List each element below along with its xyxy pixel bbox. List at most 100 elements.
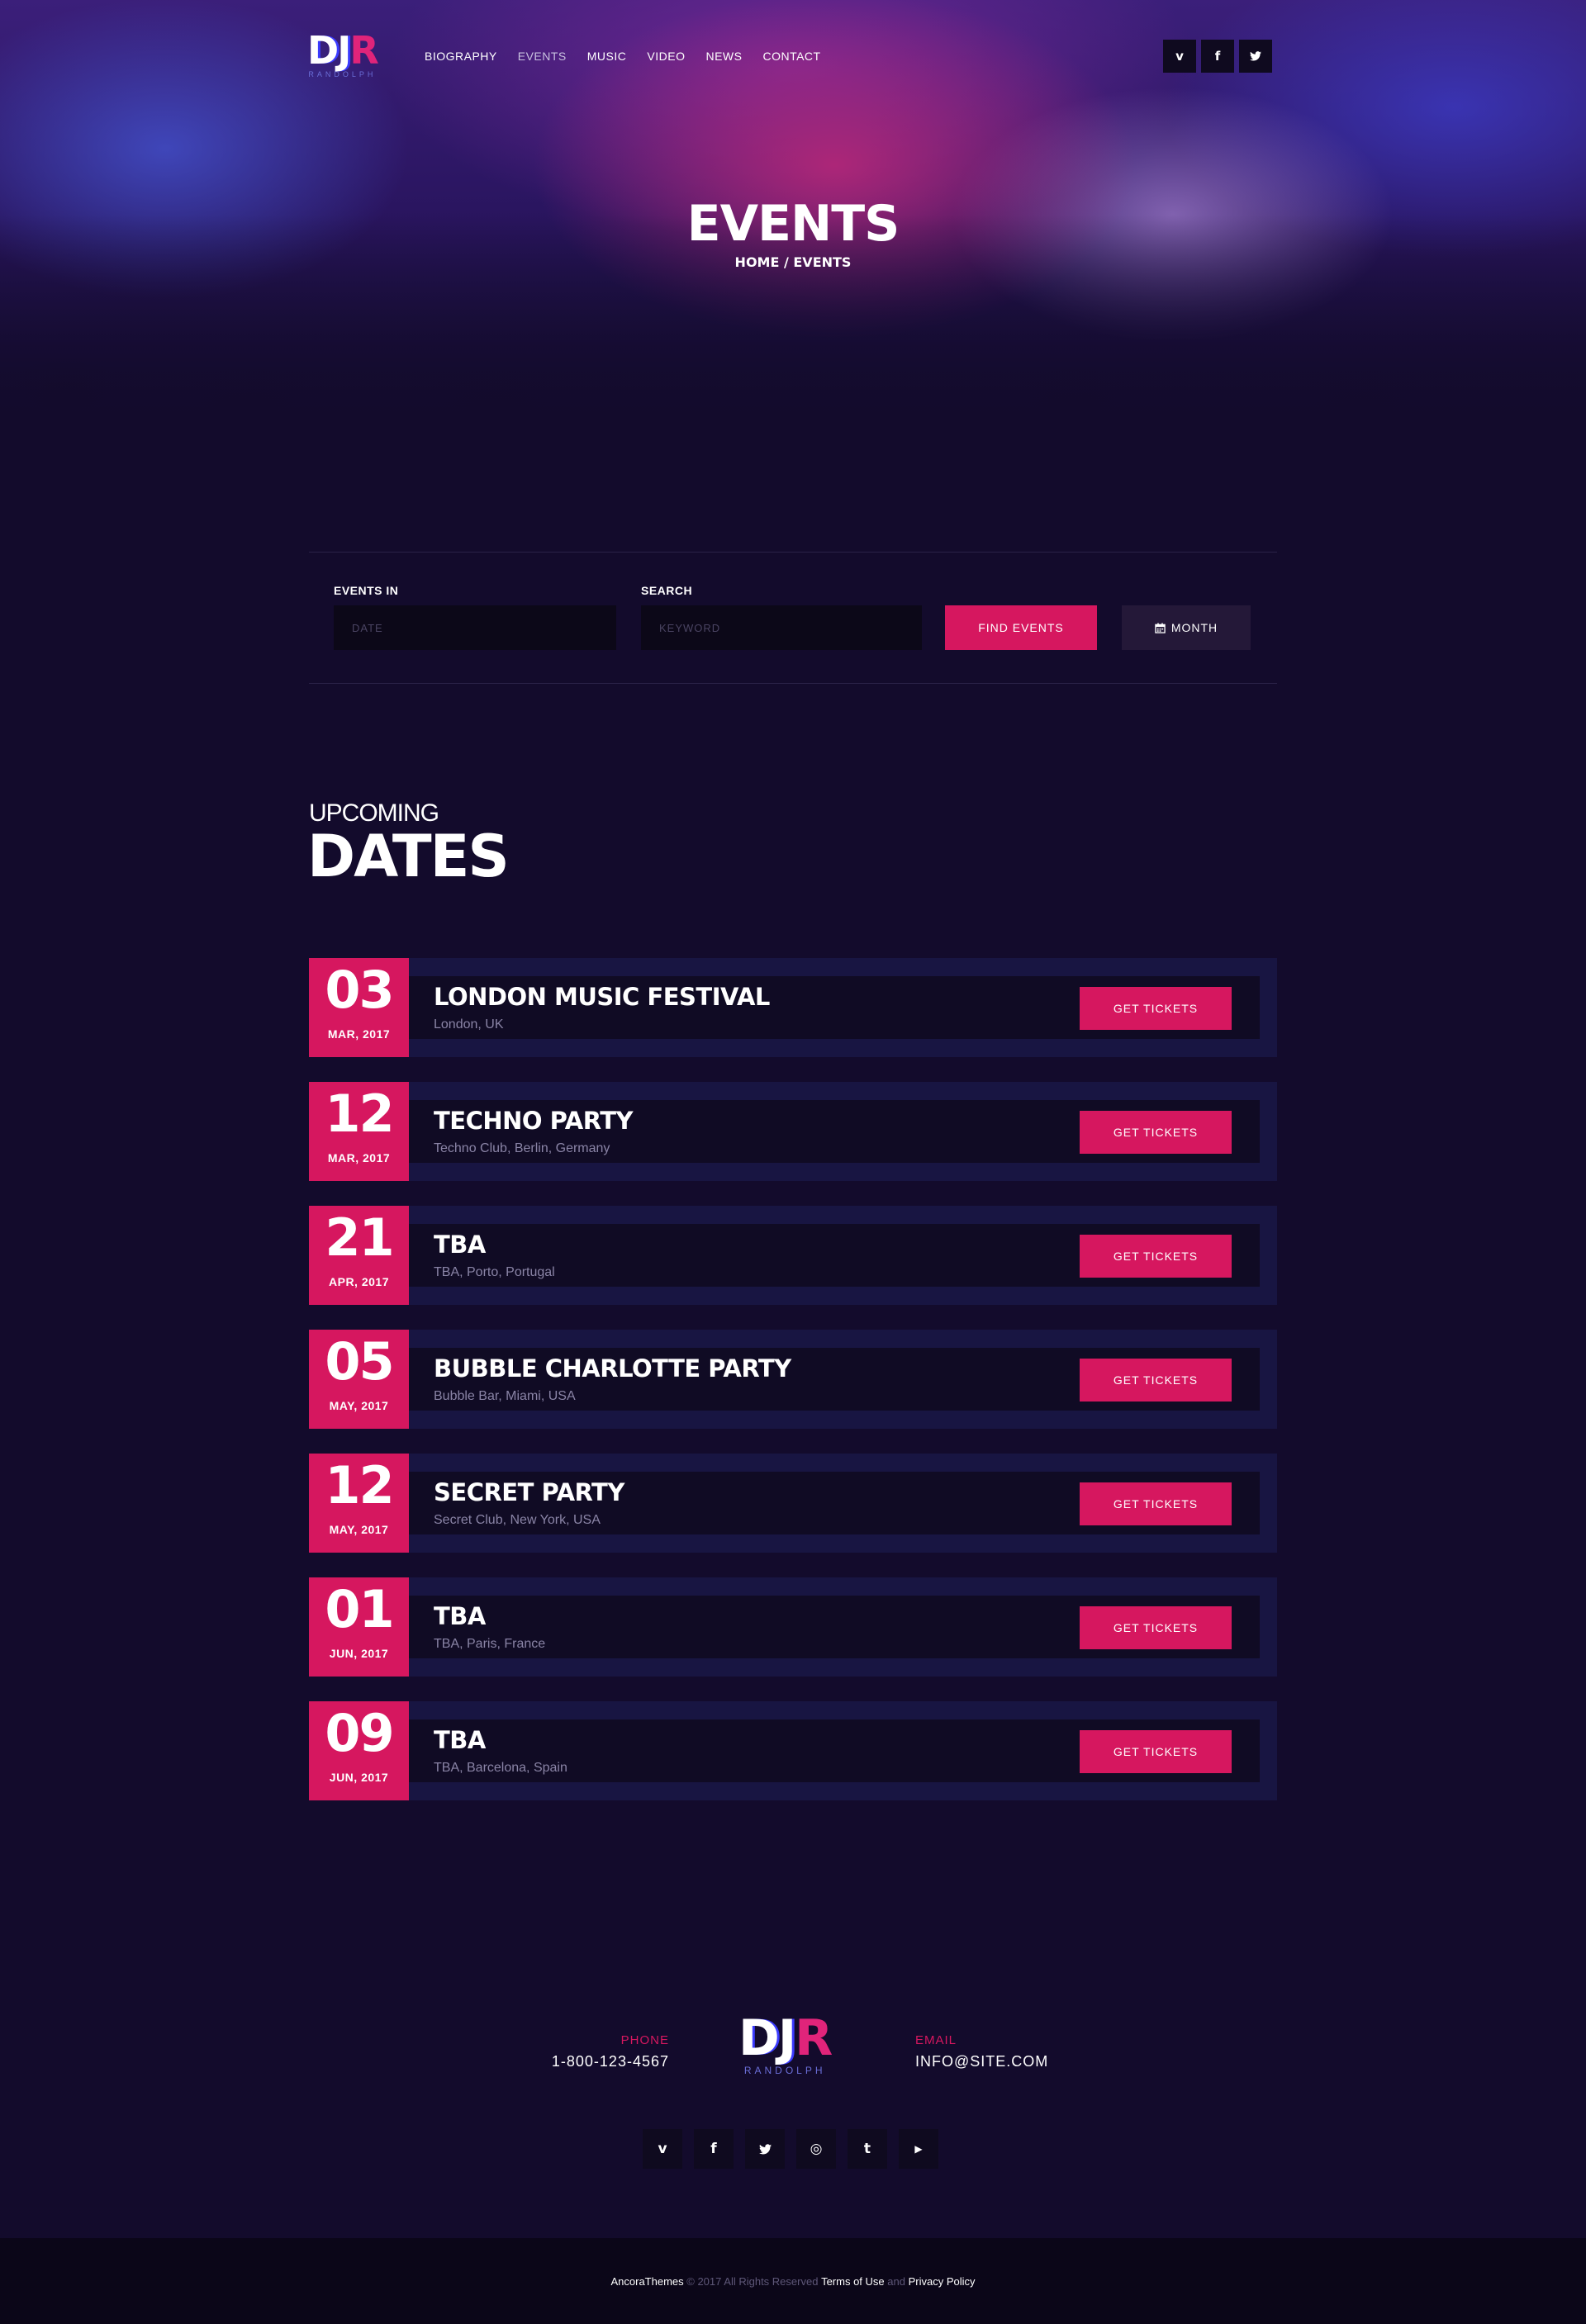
privacy-link[interactable]: Privacy Policy [909, 2275, 976, 2288]
footer-logo[interactable]: DJR RANDOLPH [738, 2009, 833, 2076]
event-details: LONDON MUSIC FESTIVAL London, UK GET TIC… [409, 976, 1260, 1039]
events-filter-bar: EVENTS IN SEARCH FIND EVENTS MONTH [309, 552, 1277, 684]
terms-link[interactable]: Terms of Use [821, 2275, 885, 2288]
tumblr-icon[interactable]: t [848, 2129, 887, 2169]
event-row: 09 JUN, 2017 TBA TBA, Barcelona, Spain G… [309, 1701, 1277, 1800]
event-day: 01 [325, 1579, 394, 1639]
event-month: JUN, 2017 [329, 1771, 389, 1784]
event-title[interactable]: TBA [434, 1726, 486, 1754]
event-month: APR, 2017 [329, 1275, 389, 1288]
event-location: TBA, Porto, Portugal [434, 1265, 555, 1279]
get-tickets-button[interactable]: GET TICKETS [1080, 987, 1232, 1030]
event-details: TBA TBA, Barcelona, Spain GET TICKETS [409, 1719, 1260, 1782]
event-details: TBA TBA, Paris, France GET TICKETS [409, 1596, 1260, 1658]
event-month: MAR, 2017 [327, 1151, 391, 1164]
main-nav: BIOGRAPHY EVENTS MUSIC VIDEO NEWS CONTAC… [425, 50, 842, 63]
event-row: 01 JUN, 2017 TBA TBA, Paris, France GET … [309, 1577, 1277, 1677]
event-location: Techno Club, Berlin, Germany [434, 1141, 610, 1155]
event-title[interactable]: LONDON MUSIC FESTIVAL [434, 983, 770, 1011]
nav-item-biography[interactable]: BIOGRAPHY [425, 50, 497, 63]
facebook-icon[interactable]: f [1201, 40, 1234, 73]
event-title[interactable]: TECHNO PARTY [434, 1107, 634, 1135]
event-month: MAY, 2017 [329, 1523, 389, 1536]
nav-item-video[interactable]: VIDEO [647, 50, 685, 63]
event-date: 12 MAR, 2017 [309, 1082, 409, 1181]
event-row: 21 APR, 2017 TBA TBA, Porto, Portugal GE… [309, 1206, 1277, 1305]
calendar-icon [1155, 622, 1166, 633]
facebook-icon[interactable]: f [694, 2129, 734, 2169]
nav-item-events[interactable]: EVENTS [518, 50, 567, 63]
event-day: 12 [325, 1084, 394, 1144]
event-location: TBA, Barcelona, Spain [434, 1761, 567, 1775]
event-location: Secret Club, New York, USA [434, 1513, 601, 1527]
event-title[interactable]: TBA [434, 1602, 486, 1630]
event-title[interactable]: TBA [434, 1231, 486, 1259]
event-details: BUBBLE CHARLOTTE PARTY Bubble Bar, Miami… [409, 1348, 1260, 1411]
nav-item-contact[interactable]: CONTACT [762, 50, 820, 63]
event-date: 09 JUN, 2017 [309, 1701, 409, 1800]
event-details: SECRET PARTY Secret Club, New York, USA … [409, 1472, 1260, 1534]
event-row: 03 MAR, 2017 LONDON MUSIC FESTIVAL Londo… [309, 958, 1277, 1057]
find-events-button[interactable]: FIND EVENTS [945, 605, 1097, 650]
logo-subtitle: RANDOLPH [308, 70, 377, 78]
month-view-button[interactable]: MONTH [1122, 605, 1251, 650]
section-title: DATES [307, 823, 510, 890]
event-day: 03 [325, 960, 394, 1020]
event-month: MAY, 2017 [329, 1399, 389, 1412]
nav-item-news[interactable]: NEWS [705, 50, 742, 63]
event-month: JUN, 2017 [329, 1647, 389, 1660]
breadcrumb[interactable]: HOME / EVENTS [0, 254, 1586, 270]
copyright-text: © 2017 All Rights Reserved [686, 2274, 819, 2288]
event-location: London, UK [434, 1017, 504, 1032]
keyword-input[interactable] [641, 605, 922, 650]
events-in-label: EVENTS IN [334, 584, 399, 597]
search-label: SEARCH [641, 584, 693, 597]
footer-email[interactable]: INFO@SITE.COM [915, 2053, 1048, 2070]
event-date: 01 JUN, 2017 [309, 1577, 409, 1677]
footer-email-label: EMAIL [915, 2033, 957, 2047]
twitter-icon[interactable] [745, 2129, 785, 2169]
copyright-and: and [887, 2274, 905, 2288]
instagram-icon[interactable]: ◎ [796, 2129, 836, 2169]
event-date: 05 MAY, 2017 [309, 1330, 409, 1429]
date-input[interactable] [334, 605, 616, 650]
copyright-bar: AncoraThemes © 2017 All Rights Reserved … [0, 2238, 1586, 2324]
footer-phone[interactable]: 1-800-123-4567 [552, 2053, 669, 2070]
header-logo[interactable]: DJR RANDOLPH [307, 28, 379, 78]
get-tickets-button[interactable]: GET TICKETS [1080, 1235, 1232, 1278]
vimeo-icon[interactable]: v [1163, 40, 1196, 73]
get-tickets-button[interactable]: GET TICKETS [1080, 1111, 1232, 1154]
get-tickets-button[interactable]: GET TICKETS [1080, 1730, 1232, 1773]
footer-phone-label: PHONE [620, 2033, 669, 2047]
twitter-icon[interactable] [1239, 40, 1272, 73]
event-day: 12 [325, 1455, 394, 1515]
event-row: 12 MAR, 2017 TECHNO PARTY Techno Club, B… [309, 1082, 1277, 1181]
event-day: 21 [325, 1207, 394, 1268]
youtube-icon[interactable]: ▶ [899, 2129, 938, 2169]
event-details: TBA TBA, Porto, Portugal GET TICKETS [409, 1224, 1260, 1287]
page-title: EVENTS [686, 195, 900, 253]
event-details: TECHNO PARTY Techno Club, Berlin, German… [409, 1100, 1260, 1163]
footer-social: v f ◎ t ▶ [643, 2129, 938, 2169]
event-location: Bubble Bar, Miami, USA [434, 1389, 576, 1403]
event-location: TBA, Paris, France [434, 1637, 546, 1651]
event-row: 12 MAY, 2017 SECRET PARTY Secret Club, N… [309, 1454, 1277, 1553]
event-row: 05 MAY, 2017 BUBBLE CHARLOTTE PARTY Bubb… [309, 1330, 1277, 1429]
logo-mark: DJR [738, 2009, 833, 2067]
event-date: 21 APR, 2017 [309, 1206, 409, 1305]
nav-item-music[interactable]: MUSIC [587, 50, 627, 63]
event-month: MAR, 2017 [327, 1027, 391, 1041]
event-title[interactable]: SECRET PARTY [434, 1478, 624, 1506]
event-day: 09 [325, 1703, 394, 1763]
event-date: 03 MAR, 2017 [309, 958, 409, 1057]
get-tickets-button[interactable]: GET TICKETS [1080, 1606, 1232, 1649]
event-title[interactable]: BUBBLE CHARLOTTE PARTY [434, 1354, 791, 1383]
event-date: 12 MAY, 2017 [309, 1454, 409, 1553]
logo-subtitle: RANDOLPH [743, 2065, 826, 2076]
get-tickets-button[interactable]: GET TICKETS [1080, 1482, 1232, 1525]
event-day: 05 [325, 1331, 394, 1392]
get-tickets-button[interactable]: GET TICKETS [1080, 1359, 1232, 1402]
copyright-brand[interactable]: AncoraThemes [610, 2275, 683, 2288]
vimeo-icon[interactable]: v [643, 2129, 682, 2169]
logo-mark: DJR [307, 28, 379, 73]
